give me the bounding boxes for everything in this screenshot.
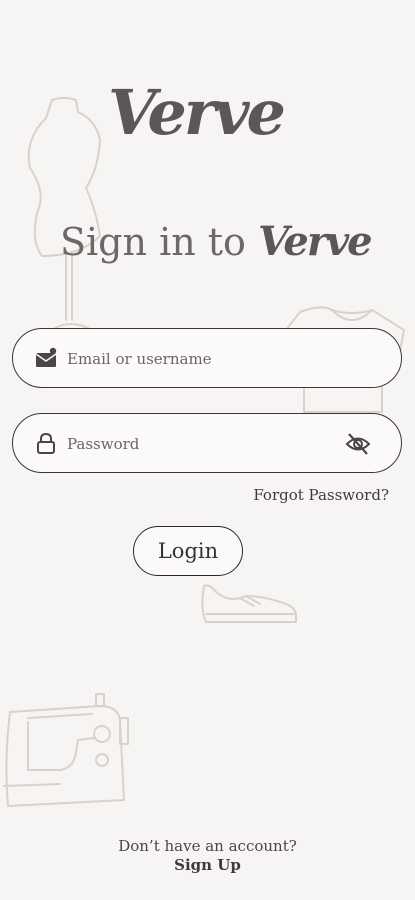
email-input[interactable] — [65, 329, 339, 388]
page-title-brand: Verve — [258, 218, 373, 265]
no-account-text: Don’t have an account? — [118, 837, 297, 855]
lock-icon — [37, 432, 55, 454]
sewing-machine-illustration — [3, 693, 129, 807]
page-title: Sign in to Verve — [60, 214, 380, 270]
email-field[interactable] — [12, 328, 402, 388]
sign-up-link[interactable]: Sign Up — [0, 856, 415, 874]
page-title-prefix: Sign in to — [60, 220, 246, 264]
forgot-password-link[interactable]: Forgot Password? — [253, 486, 389, 504]
login-button[interactable]: Login — [133, 526, 243, 576]
shoe-illustration — [201, 584, 297, 623]
email-icon — [35, 347, 57, 367]
password-input[interactable] — [65, 414, 339, 473]
password-field[interactable] — [12, 413, 402, 473]
app-logo: Verve — [108, 76, 286, 149]
eye-off-icon[interactable] — [345, 432, 371, 456]
